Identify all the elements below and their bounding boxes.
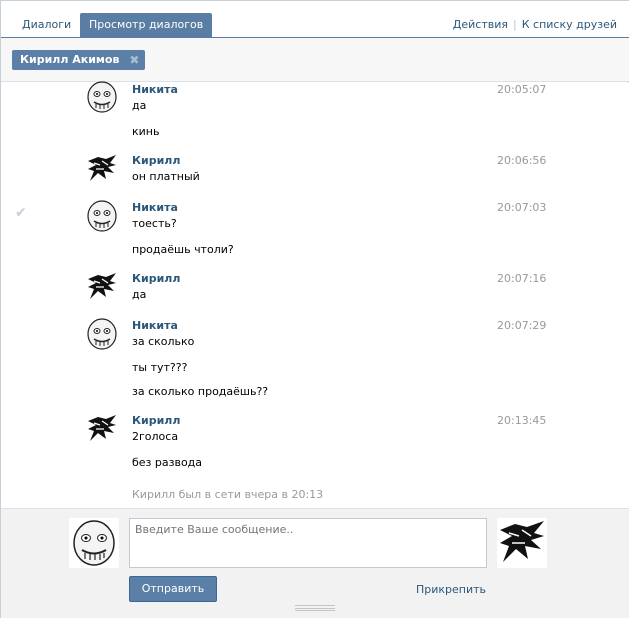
peer-chip-name: Кирилл Акимов bbox=[20, 53, 120, 66]
tab-dialogs[interactable]: Диалоги bbox=[13, 13, 80, 37]
message-author[interactable]: Кирилл bbox=[132, 154, 180, 167]
actions-link[interactable]: Действия bbox=[453, 18, 508, 31]
message-time: 20:07:03 bbox=[497, 201, 547, 214]
message-text: 2голоса bbox=[132, 430, 179, 443]
message-text: да bbox=[132, 288, 147, 301]
message-author[interactable]: Никита bbox=[132, 83, 178, 96]
message-text: ты тут??? bbox=[132, 361, 188, 374]
header-links: Действия | К списку друзей bbox=[453, 18, 617, 31]
message-text: он платный bbox=[132, 170, 200, 183]
meme-face-icon[interactable] bbox=[86, 200, 118, 232]
message-input[interactable] bbox=[129, 518, 487, 568]
composer: Отправить Прикрепить bbox=[1, 508, 629, 618]
message-text: за сколько bbox=[132, 335, 195, 348]
message-history[interactable]: ✔ Никита 20:05:07 да кинь Кирилл 20:06:5… bbox=[1, 81, 629, 508]
message-text: тоесть? bbox=[132, 217, 177, 230]
message-time: 20:07:16 bbox=[497, 272, 547, 285]
tiger-icon[interactable] bbox=[497, 518, 547, 568]
separator: | bbox=[513, 18, 517, 31]
message-author[interactable]: Никита bbox=[132, 201, 178, 214]
message-time: 20:05:07 bbox=[497, 83, 547, 96]
meme-face-icon[interactable] bbox=[69, 518, 119, 568]
send-button[interactable]: Отправить bbox=[129, 576, 217, 602]
online-status: Кирилл был в сети вчера в 20:13 bbox=[132, 488, 324, 501]
tab-bar: Диалоги Просмотр диалогов Действия | К спи… bbox=[1, 0, 629, 38]
tiger-icon[interactable] bbox=[86, 153, 118, 185]
tab-view-dialogs[interactable]: Просмотр диалогов bbox=[80, 13, 213, 37]
attach-link[interactable]: Прикрепить bbox=[416, 583, 486, 596]
meme-face-icon[interactable] bbox=[86, 318, 118, 350]
message-author[interactable]: Кирилл bbox=[132, 414, 180, 427]
message-time: 20:13:45 bbox=[497, 414, 547, 427]
peer-row: Кирилл Акимов ✖ bbox=[1, 38, 629, 82]
message-text: за сколько продаёшь?? bbox=[132, 385, 269, 398]
check-icon: ✔ bbox=[15, 205, 27, 221]
dialog-window: Диалоги Просмотр диалогов Действия | К спи… bbox=[0, 0, 629, 618]
message-text: да bbox=[132, 99, 147, 112]
meme-face-icon[interactable] bbox=[86, 81, 118, 113]
close-icon[interactable]: ✖ bbox=[129, 50, 139, 70]
resize-handle[interactable] bbox=[295, 605, 335, 611]
peer-chip[interactable]: Кирилл Акимов ✖ bbox=[12, 50, 146, 70]
friends-list-link[interactable]: К списку друзей bbox=[522, 18, 617, 31]
message-text: кинь bbox=[132, 125, 160, 138]
message-author[interactable]: Кирилл bbox=[132, 272, 180, 285]
message-time: 20:06:56 bbox=[497, 154, 547, 167]
tiger-icon[interactable] bbox=[86, 271, 118, 303]
message-author[interactable]: Никита bbox=[132, 319, 178, 332]
message-text: продаёшь чтоли? bbox=[132, 243, 234, 256]
message-time: 20:07:29 bbox=[497, 319, 547, 332]
message-text: без развода bbox=[132, 456, 203, 469]
tiger-icon[interactable] bbox=[86, 413, 118, 445]
